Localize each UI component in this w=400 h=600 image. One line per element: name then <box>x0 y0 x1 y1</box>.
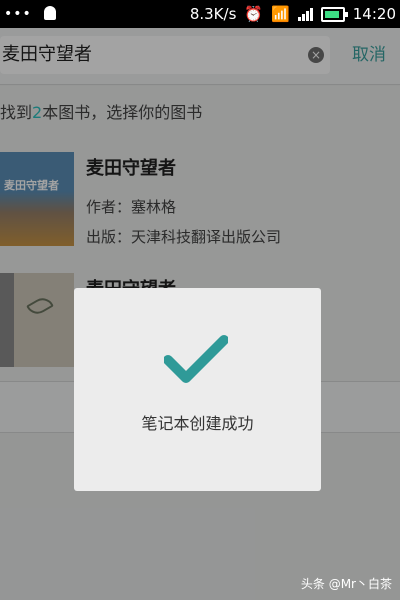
wifi-icon: 📶 <box>271 5 290 23</box>
battery-icon <box>320 6 348 22</box>
dots-icon: ••• <box>4 6 32 22</box>
toast-message: 笔记本创建成功 <box>141 414 254 433</box>
signal-icon <box>297 7 313 21</box>
clock: 14:20 <box>352 5 396 23</box>
network-speed: 8.3K/s <box>189 5 237 23</box>
alarm-icon: ⏰ <box>244 5 264 23</box>
watermark: 头条 @Mr丶白茶 <box>300 577 392 591</box>
qq-icon <box>42 6 58 22</box>
status-bar: ••• 8.3K/s ⏰ 📶 14:20 <box>0 0 400 28</box>
check-icon <box>164 335 228 383</box>
success-toast: 笔记本创建成功 <box>74 288 321 491</box>
